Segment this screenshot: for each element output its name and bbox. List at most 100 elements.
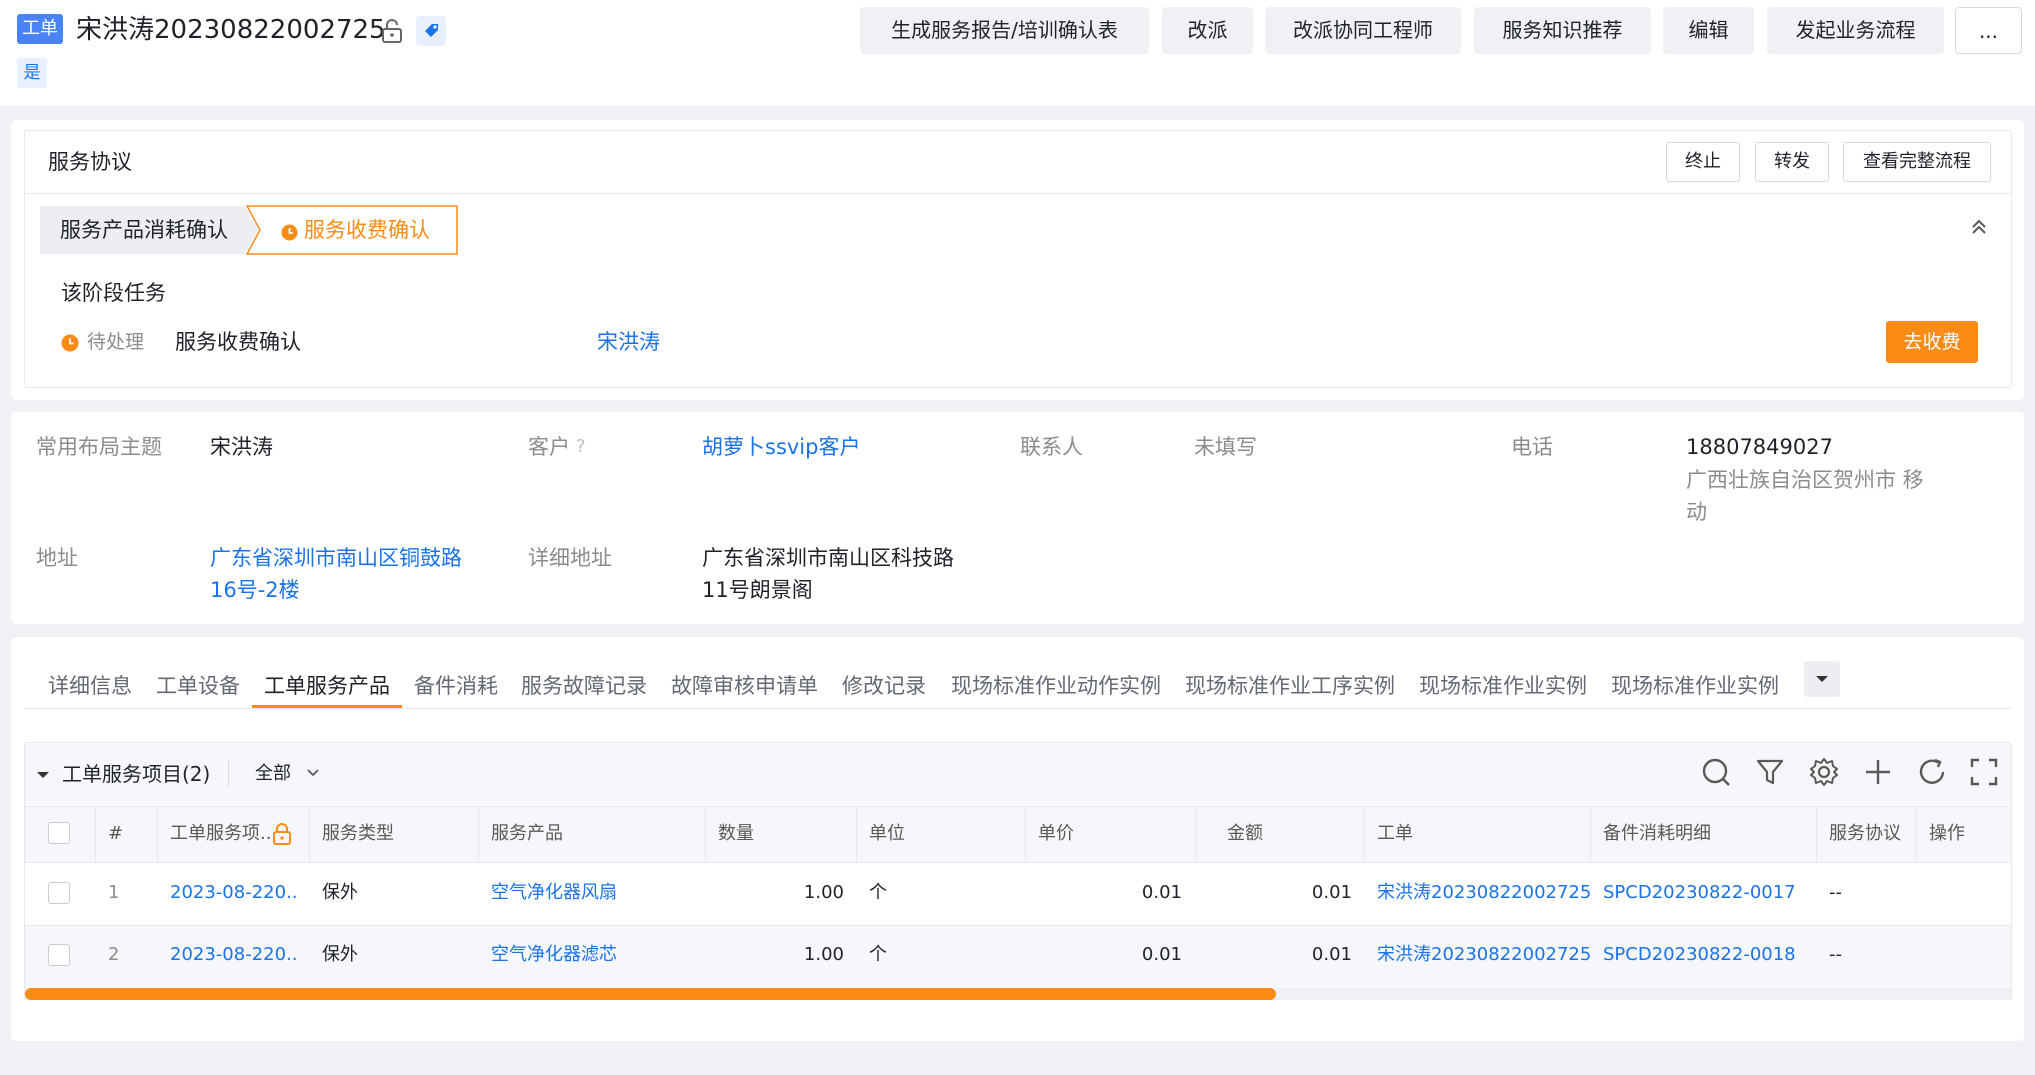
unit-price: 0.01 (1141, 882, 1182, 903)
reassign-button[interactable]: 改派 (1162, 7, 1253, 54)
tab-modify-records[interactable]: 修改记录 (842, 666, 926, 706)
tag-icon[interactable] (416, 16, 446, 46)
tab-fault-records[interactable]: 服务故障记录 (521, 666, 647, 706)
knowledge-recommend-button[interactable]: 服务知识推荐 (1474, 7, 1651, 54)
task-status: 待处理 (87, 331, 145, 353)
filter-select[interactable]: 全部 (255, 758, 321, 790)
order-link[interactable]: 宋洪涛20230822002725 (1377, 940, 1591, 970)
col-header-unit[interactable]: 单位 (869, 806, 905, 862)
agreement-title: 服务协议 (48, 150, 132, 174)
collapse-icon[interactable] (1968, 216, 1990, 238)
row-checkbox[interactable] (48, 944, 70, 966)
tab-sop-step-instance[interactable]: 现场标准作业工序实例 (1185, 666, 1395, 706)
col-header-service-item[interactable]: 工单服务项... (170, 806, 274, 862)
tab-order-equipment[interactable]: 工单设备 (156, 666, 240, 706)
phone-region-line2: 动 (1686, 500, 1707, 524)
terminate-button[interactable]: 终止 (1666, 142, 1740, 182)
search-icon[interactable] (1700, 756, 1732, 788)
forward-button[interactable]: 转发 (1755, 142, 1829, 182)
quantity: 1.00 (803, 944, 844, 965)
more-button[interactable]: ... (1955, 7, 2022, 54)
tab-sop-instance[interactable]: 现场标准作业实例 (1419, 666, 1587, 706)
order-link[interactable]: 宋洪涛20230822002725 (1377, 878, 1591, 908)
col-header-order[interactable]: 工单 (1377, 806, 1413, 862)
tab-sop-action-instance[interactable]: 现场标准作业动作实例 (951, 666, 1161, 706)
row-checkbox[interactable] (48, 882, 70, 904)
view-full-process-button[interactable]: 查看完整流程 (1843, 142, 1991, 182)
service-product-link[interactable]: 空气净化器滤芯 (491, 940, 617, 970)
service-product-link[interactable]: 空气净化器风扇 (491, 878, 617, 908)
task-name: 服务收费确认 (175, 330, 301, 354)
filter-icon[interactable] (1754, 756, 1786, 788)
layout-theme-label: 常用布局主题 (36, 435, 162, 459)
filter-value: 全部 (255, 763, 291, 784)
phone-label: 电话 (1511, 435, 1553, 459)
col-header-agreement[interactable]: 服务协议 (1829, 806, 1901, 862)
yes-badge: 是 (17, 58, 47, 88)
customer-link[interactable]: 胡萝卜ssvip客户 (702, 431, 860, 463)
amount: 0.01 (1311, 944, 1352, 965)
layout-theme-value: 宋洪涛 (210, 435, 273, 459)
address-line1[interactable]: 广东省深圳市南山区铜鼓路 (210, 542, 462, 574)
reassign-co-engineer-button[interactable]: 改派协同工程师 (1265, 7, 1461, 54)
scrollbar-thumb[interactable] (25, 988, 1276, 1000)
col-header-index: # (108, 823, 124, 844)
col-header-service-product[interactable]: 服务产品 (491, 806, 563, 862)
chevron-down-icon (305, 759, 321, 777)
start-process-button[interactable]: 发起业务流程 (1767, 7, 1944, 54)
toolbar-divider (228, 760, 229, 786)
tab-detail-info[interactable]: 详细信息 (48, 666, 132, 706)
col-header-spare-detail[interactable]: 备件消耗明细 (1603, 806, 1711, 862)
col-header-quantity[interactable]: 数量 (718, 806, 754, 862)
detail-address-line2: 11号朗景阁 (702, 578, 813, 602)
step-charge-confirm[interactable]: 服务收费确认 (246, 205, 459, 255)
select-all-checkbox[interactable] (48, 822, 70, 844)
unit-price: 0.01 (1141, 944, 1182, 965)
unlock-icon[interactable] (380, 18, 404, 44)
col-header-amount[interactable]: 金额 (1227, 806, 1263, 862)
plus-icon[interactable] (1862, 756, 1894, 788)
collapse-caret-icon[interactable] (34, 765, 52, 783)
phone-region-line1: 广西壮族自治区贺州市 移 (1686, 468, 1924, 492)
quantity: 1.00 (803, 882, 844, 903)
phone-value: 18807849027 (1686, 435, 1833, 459)
generate-report-button[interactable]: 生成服务报告/培训确认表 (860, 7, 1149, 54)
task-owner-link[interactable]: 宋洪涛 (597, 327, 660, 357)
col-header-service-type[interactable]: 服务类型 (322, 806, 394, 862)
row-index: 2 (108, 944, 120, 965)
detail-address-label: 详细地址 (528, 546, 612, 570)
address-line2[interactable]: 16号-2楼 (210, 574, 300, 606)
contact-value: 未填写 (1194, 435, 1257, 459)
clock-icon (281, 222, 298, 241)
stage-task-label: 该阶段任务 (61, 281, 166, 305)
tabs-more-dropdown[interactable] (1804, 661, 1840, 697)
contact-label: 联系人 (1020, 435, 1083, 459)
address-label: 地址 (36, 546, 78, 570)
service-type: 保外 (322, 944, 358, 965)
step-product-consumption[interactable]: 服务产品消耗确认 (40, 206, 258, 254)
service-item-link[interactable]: 2023-08-220... (170, 940, 298, 970)
agreement-value: -- (1829, 944, 1842, 965)
agreement-divider (25, 193, 2011, 194)
gear-icon[interactable] (1808, 756, 1840, 788)
row-index: 1 (108, 882, 120, 903)
section-title: 工单服务项目(2) (62, 762, 211, 786)
tab-spare-consumption[interactable]: 备件消耗 (414, 666, 498, 706)
page-title: 宋洪涛20230822002725 (76, 15, 386, 45)
edit-button[interactable]: 编辑 (1663, 7, 1754, 54)
unit: 个 (869, 944, 887, 965)
tab-fault-review[interactable]: 故障审核申请单 (671, 666, 818, 706)
active-tab-underline (252, 705, 402, 708)
spare-detail-link[interactable]: SPCD20230822-0018 (1603, 940, 1796, 970)
help-icon[interactable]: ? (576, 436, 594, 458)
service-item-link[interactable]: 2023-08-220... (170, 878, 298, 908)
service-type: 保外 (322, 882, 358, 903)
spare-detail-link[interactable]: SPCD20230822-0017 (1603, 878, 1796, 908)
tab-order-service-product[interactable]: 工单服务产品 (264, 666, 390, 706)
amount: 0.01 (1311, 882, 1352, 903)
tab-sop-instance-2[interactable]: 现场标准作业实例 (1611, 666, 1779, 706)
fullscreen-icon[interactable] (1968, 756, 2000, 788)
col-header-unit-price[interactable]: 单价 (1038, 806, 1074, 862)
refresh-icon[interactable] (1916, 756, 1948, 788)
collect-fee-button[interactable]: 去收费 (1886, 321, 1978, 363)
